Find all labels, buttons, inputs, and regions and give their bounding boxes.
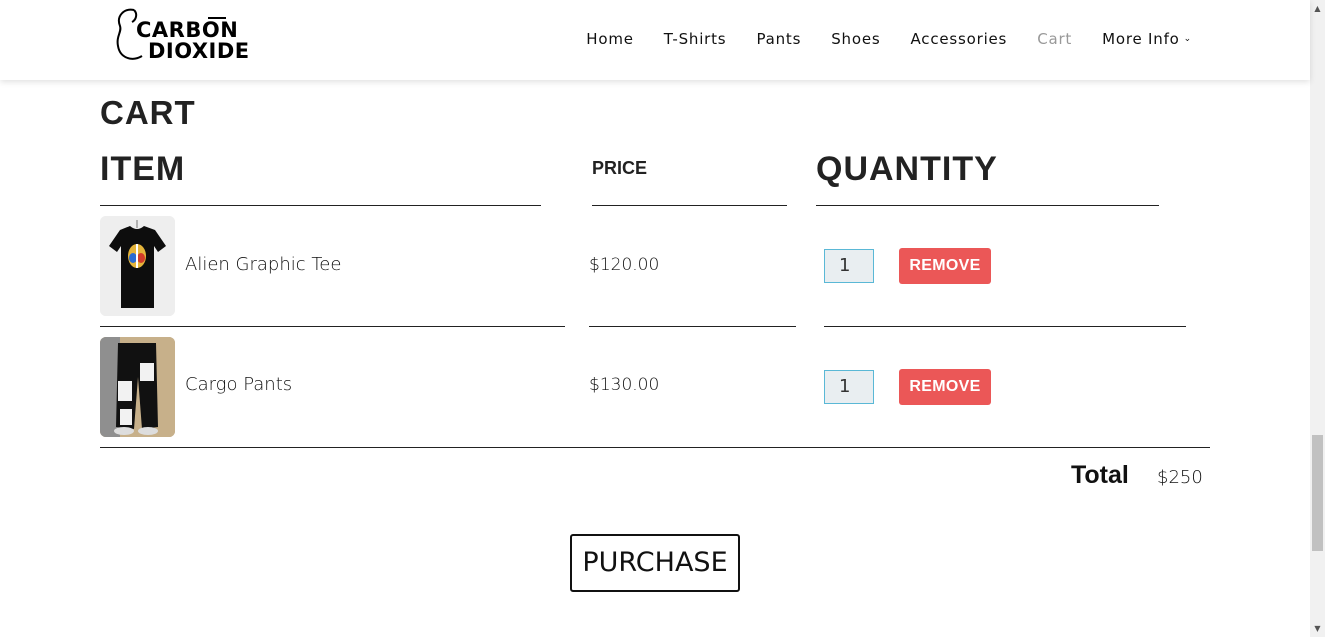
scroll-down-arrow-icon[interactable]: ▼ [1310, 620, 1325, 637]
brand-logo[interactable]: CARBON DIOXIDE [112, 6, 257, 70]
nav-accessories[interactable]: Accessories [910, 30, 1007, 48]
purchase-button[interactable]: PURCHASE [570, 534, 740, 592]
cart-item-name: Cargo Pants [185, 374, 293, 395]
cart-item-price: $120.00 [589, 255, 660, 275]
header-item: ITEM [100, 150, 186, 188]
total-value: $250 [1157, 467, 1203, 488]
row-divider-price [589, 326, 796, 327]
remove-button[interactable]: REMOVE [899, 369, 991, 405]
nav-cart[interactable]: Cart [1037, 30, 1072, 48]
nav-more-info[interactable]: More Info ⌄ [1102, 30, 1192, 48]
nav-tshirts[interactable]: T-Shirts [664, 30, 727, 48]
row-divider-item [100, 326, 565, 327]
remove-button[interactable]: REMOVE [899, 248, 991, 284]
quantity-input[interactable]: 1 [824, 249, 874, 283]
total-label: Total [1071, 461, 1129, 489]
tshirt-icon [100, 216, 175, 316]
header-quantity: QUANTITY [816, 150, 998, 188]
brand-line-2: DIOXIDE [148, 39, 250, 63]
header-divider-item [100, 205, 541, 206]
product-thumbnail-pants[interactable] [100, 337, 175, 437]
nav-home[interactable]: Home [586, 30, 634, 48]
header-divider-quantity [816, 205, 1159, 206]
site-header: CARBON DIOXIDE Home T-Shirts Pants Shoes… [0, 0, 1310, 80]
quantity-input[interactable]: 1 [824, 370, 874, 404]
nav-more-info-label: More Info [1102, 30, 1180, 48]
product-thumbnail-tee[interactable] [100, 216, 175, 316]
page-scrollbar[interactable]: ▲ ▼ [1310, 0, 1325, 637]
cart-item-price: $130.00 [589, 375, 660, 395]
chevron-down-icon: ⌄ [1183, 34, 1192, 44]
pants-icon [100, 337, 175, 437]
cart-item-name: Alien Graphic Tee [185, 254, 342, 275]
header-divider-price [592, 205, 787, 206]
scrollbar-thumb[interactable] [1312, 435, 1323, 551]
total-divider [100, 447, 1210, 448]
row-divider-quantity [824, 326, 1186, 327]
scroll-up-arrow-icon[interactable]: ▲ [1310, 0, 1325, 17]
nav-pants[interactable]: Pants [756, 30, 801, 48]
header-price: PRICE [592, 158, 648, 178]
nav-shoes[interactable]: Shoes [831, 30, 880, 48]
main-nav: Home T-Shirts Pants Shoes Accessories Ca… [556, 30, 1192, 48]
brand-wordmark: CARBON DIOXIDE [136, 20, 250, 62]
page-title: CART [100, 94, 196, 131]
